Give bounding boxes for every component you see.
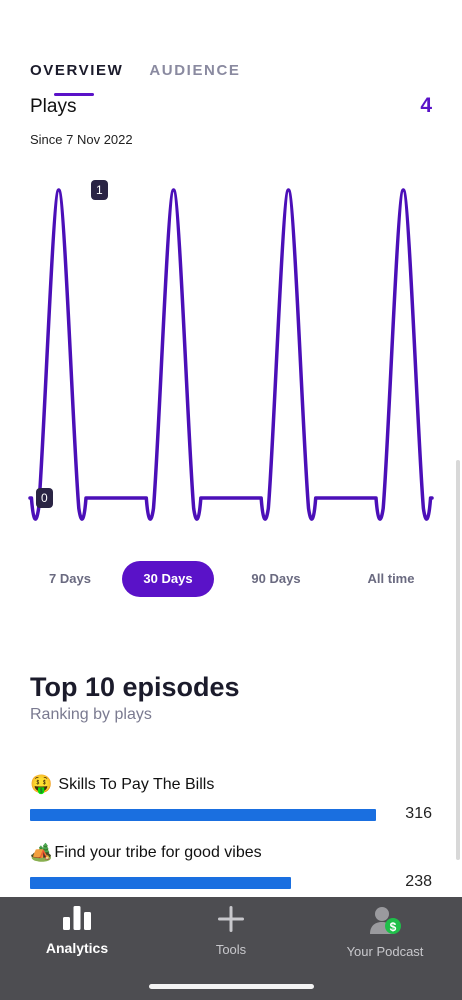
time-range-selector: 7 Days 30 Days 90 Days All time [18, 561, 444, 597]
bar-chart-icon [63, 906, 91, 930]
episode-play-count: 316 [405, 805, 432, 822]
range-all-time-button[interactable]: All time [338, 561, 444, 597]
range-7-days-button[interactable]: 7 Days [18, 561, 122, 597]
nav-tools-label: Tools [215, 942, 247, 957]
plays-title: Plays [30, 96, 77, 117]
tab-audience[interactable]: AUDIENCE [149, 62, 240, 79]
episode-play-count: 238 [405, 873, 432, 890]
plus-icon [218, 906, 244, 932]
episode-play-bar [30, 809, 376, 821]
scrollbar[interactable] [456, 460, 460, 860]
episode-title: Find your tribe for good vibes [54, 843, 262, 861]
home-indicator [149, 984, 314, 989]
money-face-emoji-icon: 🤑 [30, 774, 53, 794]
tab-bar: OVERVIEW AUDIENCE [30, 62, 241, 79]
nav-analytics[interactable]: Analytics [0, 905, 154, 956]
episode-play-bar [30, 877, 291, 889]
plays-total: 4 [420, 94, 432, 117]
tab-overview[interactable]: OVERVIEW [30, 62, 123, 79]
camping-emoji-icon: 🏕️ [30, 842, 53, 862]
svg-text:$: $ [390, 920, 397, 934]
chart-tick-label-min: 0 [36, 488, 53, 508]
episode-item[interactable]: 🏕️ Find your tribe for good vibes 238 [30, 842, 434, 893]
since-date: Since 7 Nov 2022 [30, 132, 133, 147]
user-dollar-icon: $ [370, 907, 401, 934]
episode-title: Skills To Pay The Bills [58, 775, 215, 793]
episode-item[interactable]: 🤑 Skills To Pay The Bills 316 [30, 774, 434, 825]
nav-analytics-label: Analytics [45, 940, 109, 956]
nav-your-podcast[interactable]: $ Your Podcast [308, 905, 462, 959]
plays-chart: 1 0 [0, 170, 462, 540]
nav-your-podcast-label: Your Podcast [346, 944, 424, 959]
plays-series-line [28, 188, 434, 521]
range-30-days-button[interactable]: 30 Days [122, 561, 214, 597]
top-episodes-title: Top 10 episodes [30, 672, 240, 702]
plays-chart-svg [28, 188, 434, 521]
range-90-days-button[interactable]: 90 Days [214, 561, 338, 597]
chart-tick-label-max: 1 [91, 180, 108, 200]
nav-tools[interactable]: Tools [154, 905, 308, 957]
top-episodes-subtitle: Ranking by plays [30, 706, 152, 723]
